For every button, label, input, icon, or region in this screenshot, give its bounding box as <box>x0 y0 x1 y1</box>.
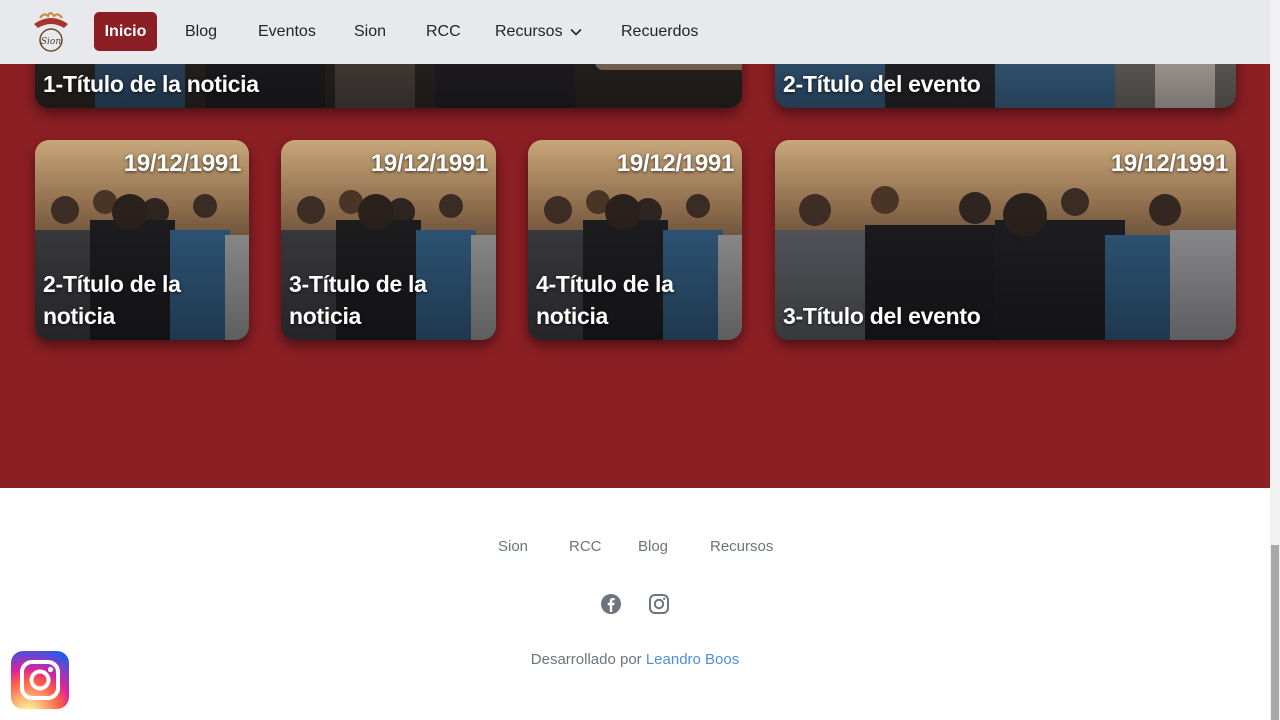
credit-prefix: Desarrollado por <box>530 651 646 668</box>
news-events-section: 1-Título de la noticia 2-Título del even… <box>0 0 1270 488</box>
nav-inicio[interactable]: Inicio <box>94 12 157 51</box>
nav-eventos[interactable]: Eventos <box>247 12 327 51</box>
credit-author-link[interactable]: Leandro Boos <box>646 651 739 668</box>
news-card-3[interactable]: 19/12/1991 3-Título de la noticia <box>281 140 496 340</box>
page-scrollbar[interactable] <box>1270 0 1280 720</box>
card-title: 2-Título del evento <box>783 71 981 97</box>
card-title: 3-Título del evento <box>783 303 981 329</box>
nav-blog[interactable]: Blog <box>174 12 228 51</box>
nav-recursos-dropdown[interactable]: Recursos <box>484 12 594 51</box>
news-card-4[interactable]: 19/12/1991 4-Título de la noticia <box>528 140 742 340</box>
news-card-2[interactable]: 19/12/1991 2-Título de la noticia <box>35 140 249 340</box>
card-date: 19/12/1991 <box>1110 150 1228 177</box>
instagram-icon[interactable] <box>647 592 671 616</box>
card-date: 19/12/1991 <box>616 150 734 177</box>
scrollbar-thumb[interactable] <box>1271 545 1279 720</box>
instagram-icon <box>20 660 60 700</box>
card-title: 1-Título de la noticia <box>43 71 259 97</box>
nav-sion[interactable]: Sion <box>343 12 397 51</box>
footer-nav: Sion RCC Blog Recursos <box>0 538 1270 560</box>
card-date: 19/12/1991 <box>370 150 488 177</box>
event-card-3[interactable]: 19/12/1991 3-Título del evento <box>775 140 1236 340</box>
chevron-down-icon <box>570 28 582 36</box>
footer-credit: Desarrollado por Leandro Boos <box>0 651 1270 668</box>
nav-recuerdos[interactable]: Recuerdos <box>610 12 709 51</box>
nav-rcc[interactable]: RCC <box>415 12 472 51</box>
footer-link-recursos[interactable]: Recursos <box>710 538 773 555</box>
floating-instagram-button[interactable] <box>11 651 69 709</box>
card-title: 2-Título de la noticia <box>43 271 181 329</box>
footer-link-blog[interactable]: Blog <box>638 538 668 555</box>
svg-text:Sion: Sion <box>41 37 61 47</box>
card-date: 19/12/1991 <box>123 150 241 177</box>
sion-logo[interactable]: Sion <box>30 10 72 54</box>
main-navbar: Sion Inicio Blog Eventos Sion RCC Recurs… <box>0 0 1270 64</box>
facebook-icon[interactable] <box>599 592 623 616</box>
card-title: 4-Título de la noticia <box>536 271 674 329</box>
footer-link-rcc[interactable]: RCC <box>569 538 602 555</box>
footer-link-sion[interactable]: Sion <box>498 538 528 555</box>
card-title: 3-Título de la noticia <box>289 271 427 329</box>
nav-recursos-label: Recursos <box>495 22 563 40</box>
